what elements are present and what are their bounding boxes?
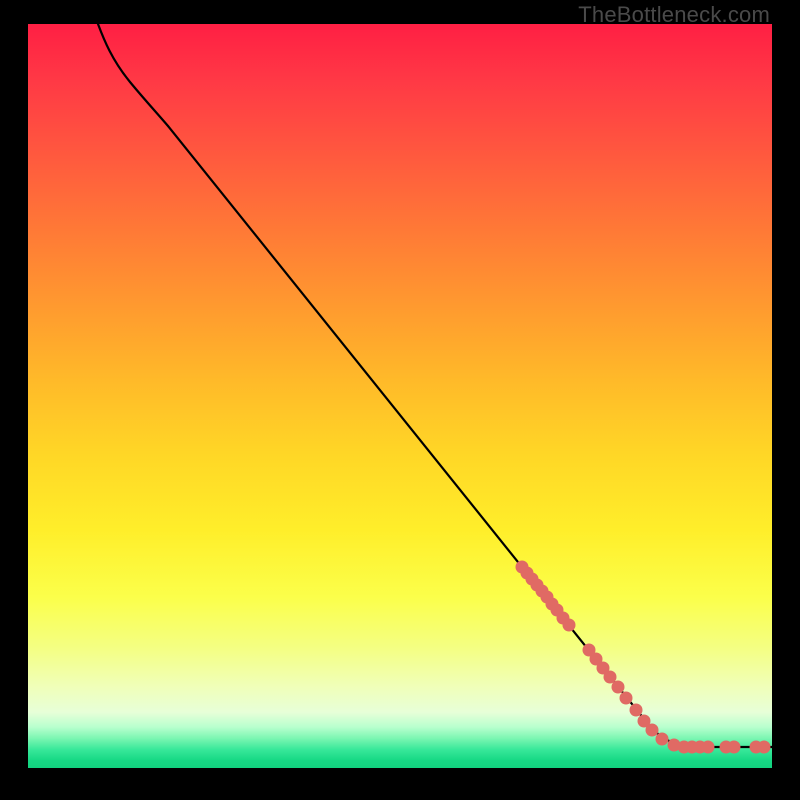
watermark-text: TheBottleneck.com: [578, 2, 770, 28]
plot-area: [28, 24, 772, 768]
data-point-marker: [630, 704, 643, 717]
data-point-marker: [612, 681, 625, 694]
data-point-marker: [646, 724, 659, 737]
marker-group: [516, 561, 771, 754]
data-point-marker: [758, 741, 771, 754]
bottleneck-curve: [98, 24, 772, 747]
data-point-marker: [656, 733, 669, 746]
chart-frame: TheBottleneck.com: [0, 0, 800, 800]
curve-layer: [28, 24, 772, 768]
data-point-marker: [728, 741, 741, 754]
data-point-marker: [702, 741, 715, 754]
data-point-marker: [563, 619, 576, 632]
data-point-marker: [620, 692, 633, 705]
